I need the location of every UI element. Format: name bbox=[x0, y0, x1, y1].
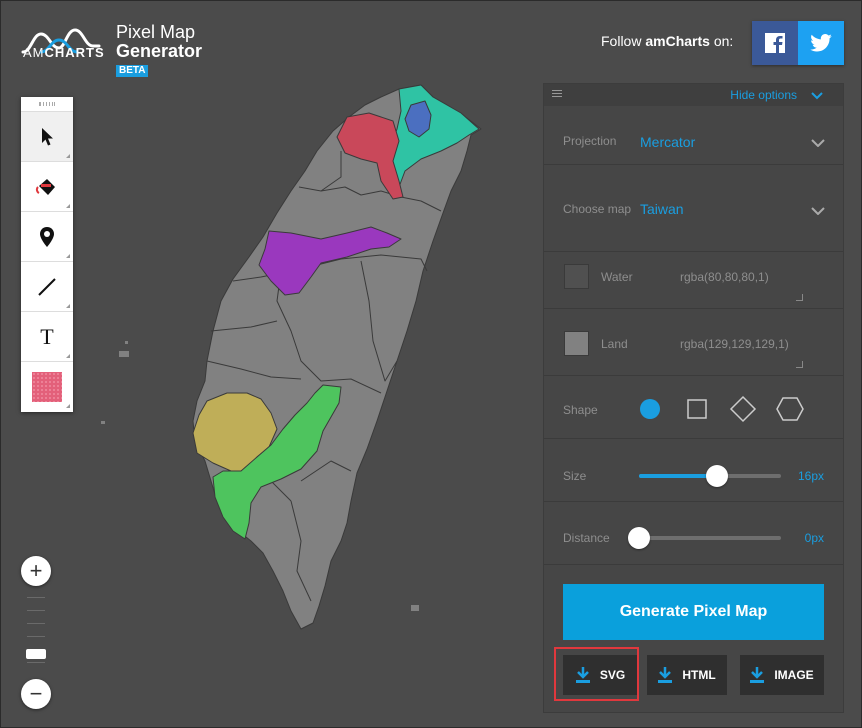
land-color-swatch[interactable] bbox=[564, 331, 589, 356]
download-icon bbox=[750, 667, 765, 683]
map-island[interactable] bbox=[119, 351, 129, 357]
text-tool[interactable]: T bbox=[21, 311, 73, 361]
size-slider[interactable] bbox=[639, 465, 781, 487]
text-icon: T bbox=[40, 323, 54, 349]
taiwan-map[interactable] bbox=[91, 81, 511, 641]
app-frame: AMCHARTS Pixel Map Generator BETA Follow… bbox=[0, 0, 862, 728]
fill-tool[interactable] bbox=[21, 161, 73, 211]
logo-wordmark: AMCHARTS bbox=[23, 45, 105, 60]
hide-options-link[interactable]: Hide options bbox=[730, 88, 797, 102]
size-slider-knob[interactable] bbox=[706, 465, 728, 487]
toolbar-drag-handle[interactable] bbox=[21, 97, 73, 111]
resize-handle[interactable] bbox=[796, 361, 803, 368]
facebook-icon bbox=[765, 33, 785, 53]
download-image-button[interactable]: IMAGE bbox=[740, 655, 824, 695]
follow-text: Follow amCharts on: bbox=[601, 33, 734, 49]
choose-map-value[interactable]: Taiwan bbox=[640, 201, 684, 217]
zoom-in-button[interactable]: + bbox=[21, 556, 51, 586]
svg-button-highlight bbox=[554, 647, 639, 701]
chevron-down-icon[interactable] bbox=[811, 207, 825, 215]
cursor-icon bbox=[42, 127, 53, 145]
hexagon-shape-icon[interactable] bbox=[776, 396, 804, 422]
download-icon bbox=[658, 667, 673, 683]
facebook-button[interactable] bbox=[752, 21, 798, 65]
title-line2: Generator bbox=[116, 41, 203, 61]
zoom-slider-knob[interactable] bbox=[26, 649, 46, 659]
shape-label: Shape bbox=[563, 403, 598, 417]
options-panel: Hide options Projection Mercator Choose … bbox=[544, 84, 843, 712]
distance-value: 0px bbox=[804, 531, 824, 545]
circle-shape-icon[interactable] bbox=[638, 397, 662, 421]
panel-header: Hide options bbox=[544, 84, 843, 106]
water-label: Water bbox=[601, 270, 633, 284]
drawing-toolbar: T bbox=[21, 97, 73, 412]
size-label: Size bbox=[563, 469, 587, 483]
download-html-button[interactable]: HTML bbox=[647, 655, 727, 695]
line-tool[interactable] bbox=[21, 261, 73, 311]
water-value[interactable]: rgba(80,80,80,1) bbox=[680, 270, 769, 284]
pattern-tool[interactable] bbox=[21, 361, 73, 411]
app-title: Pixel Map Generator bbox=[116, 23, 202, 61]
download-image-label: IMAGE bbox=[774, 668, 814, 682]
title-line1: Pixel Map bbox=[116, 22, 196, 42]
land-row[interactable]: Land rgba(129,129,129,1) bbox=[544, 309, 843, 376]
line-icon bbox=[38, 277, 56, 296]
download-html-label: HTML bbox=[682, 668, 716, 682]
social-buttons bbox=[752, 21, 844, 65]
twitter-icon bbox=[810, 34, 832, 52]
zoom-slider-track[interactable] bbox=[27, 597, 45, 677]
land-label: Land bbox=[601, 337, 628, 351]
map-pin-icon bbox=[40, 226, 54, 247]
choose-map-label: Choose map bbox=[563, 202, 632, 216]
water-color-swatch[interactable] bbox=[564, 264, 589, 289]
map-island[interactable] bbox=[101, 421, 105, 424]
projection-label: Projection bbox=[563, 134, 617, 148]
size-row: Size 16px bbox=[544, 439, 843, 502]
zoom-out-button[interactable]: − bbox=[21, 679, 51, 709]
resize-handle[interactable] bbox=[796, 294, 803, 301]
distance-slider-knob[interactable] bbox=[628, 527, 650, 549]
choose-map-row[interactable]: Choose map Taiwan bbox=[544, 165, 843, 252]
chevron-down-icon[interactable] bbox=[811, 92, 823, 100]
projection-value[interactable]: Mercator bbox=[640, 134, 695, 150]
water-row[interactable]: Water rgba(80,80,80,1) bbox=[544, 252, 843, 309]
distance-label: Distance bbox=[563, 531, 610, 545]
paint-bucket-icon bbox=[35, 178, 55, 195]
generate-pixel-map-button[interactable]: Generate Pixel Map bbox=[563, 584, 824, 640]
menu-icon[interactable] bbox=[552, 90, 562, 98]
pattern-swatch-icon bbox=[32, 371, 62, 402]
map-island[interactable] bbox=[411, 605, 419, 611]
shape-row: Shape bbox=[544, 376, 843, 439]
select-tool[interactable] bbox=[21, 111, 73, 161]
land-value[interactable]: rgba(129,129,129,1) bbox=[680, 337, 789, 351]
map-island[interactable] bbox=[125, 341, 128, 344]
square-shape-icon[interactable] bbox=[685, 397, 709, 421]
size-value: 16px bbox=[797, 469, 824, 483]
projection-row[interactable]: Projection Mercator bbox=[544, 106, 843, 165]
distance-slider[interactable] bbox=[628, 527, 781, 549]
distance-row: Distance 0px bbox=[544, 502, 843, 565]
twitter-button[interactable] bbox=[798, 21, 844, 65]
map-land-main[interactable] bbox=[192, 84, 482, 630]
beta-badge: BETA bbox=[116, 65, 149, 77]
chevron-down-icon[interactable] bbox=[811, 139, 825, 147]
pin-tool[interactable] bbox=[21, 211, 73, 261]
diamond-shape-icon[interactable] bbox=[729, 395, 757, 423]
